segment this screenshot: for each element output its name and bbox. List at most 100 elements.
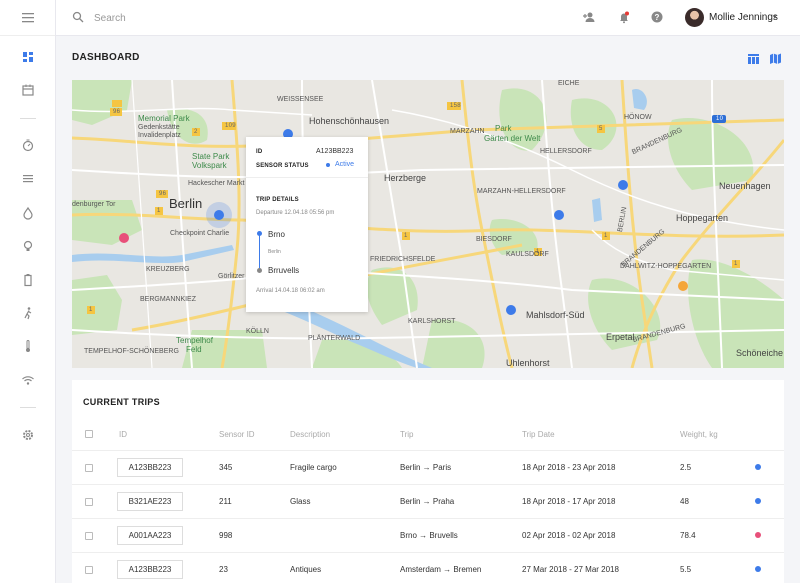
road-badge: 2 bbox=[194, 129, 198, 135]
calendar-icon bbox=[22, 84, 34, 96]
road-badge: 1 bbox=[89, 307, 93, 313]
avatar[interactable] bbox=[685, 8, 704, 27]
map-place-label: Gedenkstätte bbox=[138, 124, 180, 131]
map-place-label: Görlitzer bbox=[218, 273, 245, 280]
map-place-label: Uhlenhorst bbox=[506, 358, 550, 368]
table-row[interactable]: A123BB223 23 Antiques Amsterdam → Bremen… bbox=[72, 552, 784, 583]
sidebar-divider bbox=[20, 118, 36, 119]
sidebar-item-calendar[interactable] bbox=[0, 78, 56, 102]
sidebar-item-dashboard[interactable] bbox=[0, 45, 56, 69]
table-row[interactable]: A001AA223 998 Brno → Bruvells 02 Apr 201… bbox=[72, 518, 784, 552]
map-pin[interactable] bbox=[554, 210, 564, 220]
row-checkbox[interactable] bbox=[85, 498, 93, 506]
sidebar-item-temperature[interactable] bbox=[0, 334, 56, 358]
weight: 2.5 bbox=[680, 463, 692, 472]
sidebar bbox=[0, 0, 56, 583]
lightbulb-icon bbox=[23, 240, 33, 251]
map-place-label: Schöneiche bbox=[736, 348, 784, 358]
column-header-description[interactable]: Description bbox=[290, 430, 330, 439]
walking-icon bbox=[24, 307, 32, 320]
sidebar-item-humidity[interactable] bbox=[0, 201, 56, 225]
trip-id[interactable]: A123BB223 bbox=[117, 560, 183, 579]
sidebar-item-settings[interactable] bbox=[0, 423, 56, 447]
map-place-label: Herzberge bbox=[384, 173, 427, 183]
column-header-trip[interactable]: Trip bbox=[400, 430, 413, 439]
column-header-trip-date[interactable]: Trip Date bbox=[522, 430, 555, 439]
map-place-label: Volkspark bbox=[192, 161, 227, 170]
status-dot bbox=[755, 532, 761, 538]
row-checkbox[interactable] bbox=[85, 566, 93, 574]
road-badge: 96 bbox=[113, 109, 121, 115]
map-pin[interactable] bbox=[506, 305, 516, 315]
map-place-label: Memorial Park bbox=[138, 114, 190, 123]
table-row[interactable]: B321AE223 211 Glass Berlin → Praha 18 Ap… bbox=[72, 484, 784, 518]
menu-icon bbox=[21, 12, 34, 22]
map-place-label: KÖLLN bbox=[246, 328, 269, 335]
column-header-id[interactable]: ID bbox=[119, 430, 127, 439]
map-place-label: Checkpoint Charlie bbox=[170, 230, 230, 237]
sensor-id: 345 bbox=[219, 463, 233, 472]
map-pin[interactable] bbox=[119, 233, 129, 243]
road-badge: 1 bbox=[604, 233, 608, 239]
sidebar-item-wifi[interactable] bbox=[0, 368, 56, 392]
svg-text:?: ? bbox=[655, 13, 660, 22]
route-line bbox=[259, 233, 260, 269]
add-user-icon[interactable] bbox=[582, 10, 596, 24]
column-header-weight[interactable]: Weight, kg bbox=[680, 430, 718, 439]
sidebar-item-battery[interactable] bbox=[0, 268, 56, 292]
top-bar: ? Mollie Jennings ▾ bbox=[56, 0, 800, 36]
sensor-id: 998 bbox=[219, 531, 233, 540]
row-checkbox[interactable] bbox=[85, 532, 93, 540]
map-place-label: KREUZBERG bbox=[146, 266, 190, 273]
weight: 5.5 bbox=[680, 565, 692, 574]
tooltip-destination: Brruvells bbox=[268, 266, 300, 275]
sidebar-item-list[interactable] bbox=[0, 167, 56, 191]
row-checkbox[interactable] bbox=[85, 464, 93, 472]
column-header-sensor-id[interactable]: Sensor ID bbox=[219, 430, 255, 439]
route-destination-dot bbox=[257, 268, 262, 273]
map-place-label: HÖNOW bbox=[624, 114, 652, 121]
tooltip-arrival: Arrival 14.04.18 06:02 am bbox=[256, 288, 325, 294]
map-place-label: WEISSENSEE bbox=[277, 96, 324, 103]
map-pin[interactable] bbox=[678, 281, 688, 291]
search-input[interactable] bbox=[94, 9, 344, 27]
table-row[interactable]: A123BB223 345 Fragile cargo Berlin → Par… bbox=[72, 450, 784, 484]
menu-toggle-button[interactable] bbox=[0, 0, 55, 36]
sidebar-item-motion[interactable] bbox=[0, 301, 56, 325]
trip-id[interactable]: B321AE223 bbox=[117, 492, 183, 511]
table-view-icon[interactable] bbox=[747, 52, 760, 65]
tooltip-midpoint: Berlin bbox=[268, 249, 281, 255]
timer-icon bbox=[22, 139, 34, 152]
sensor-id: 23 bbox=[219, 565, 228, 574]
route-origin-dot bbox=[257, 231, 262, 236]
map-view-icon[interactable] bbox=[769, 52, 782, 65]
select-all-checkbox[interactable] bbox=[85, 430, 93, 438]
help-icon[interactable]: ? bbox=[650, 10, 664, 24]
chevron-down-icon[interactable]: ▾ bbox=[773, 13, 777, 21]
trip-date: 18 Apr 2018 - 17 Apr 2018 bbox=[522, 497, 616, 506]
map-place-label: State Park bbox=[192, 152, 230, 161]
map-place-label: Neuenhagen bbox=[719, 181, 771, 191]
tooltip-status-value: Active bbox=[335, 161, 355, 168]
tooltip-origin: Brno bbox=[268, 230, 285, 239]
trip-id[interactable]: A123BB223 bbox=[117, 458, 183, 477]
map-pin-selected[interactable] bbox=[214, 210, 224, 220]
thermometer-icon bbox=[26, 340, 30, 352]
sidebar-item-timer[interactable] bbox=[0, 133, 56, 157]
trip-id[interactable]: A001AA223 bbox=[117, 526, 183, 545]
sidebar-divider bbox=[20, 407, 36, 408]
trip-map[interactable]: 96 109 158 10 1 1 96 1 1 1 1 5 2 WEISSEN… bbox=[72, 80, 784, 368]
map-pin[interactable] bbox=[618, 180, 628, 190]
status-dot bbox=[755, 498, 761, 504]
map-place-label: DAHLWITZ-HOPPEGARTEN bbox=[620, 263, 712, 270]
user-name[interactable]: Mollie Jennings bbox=[709, 12, 778, 23]
tooltip-id-label: ID bbox=[256, 149, 263, 155]
section-title: CURRENT TRIPS bbox=[83, 397, 160, 407]
trip-route: Berlin → Praha bbox=[400, 497, 455, 506]
map-place-label: EICHE bbox=[558, 80, 580, 87]
map-place-label: MARZAHN-HELLERSDORF bbox=[477, 188, 566, 195]
sidebar-item-light[interactable] bbox=[0, 234, 56, 258]
map-place-label: Berlin bbox=[169, 196, 203, 211]
notification-bell-icon[interactable] bbox=[617, 10, 631, 24]
current-trips-panel: CURRENT TRIPS ID Sensor ID Description T… bbox=[72, 380, 784, 583]
